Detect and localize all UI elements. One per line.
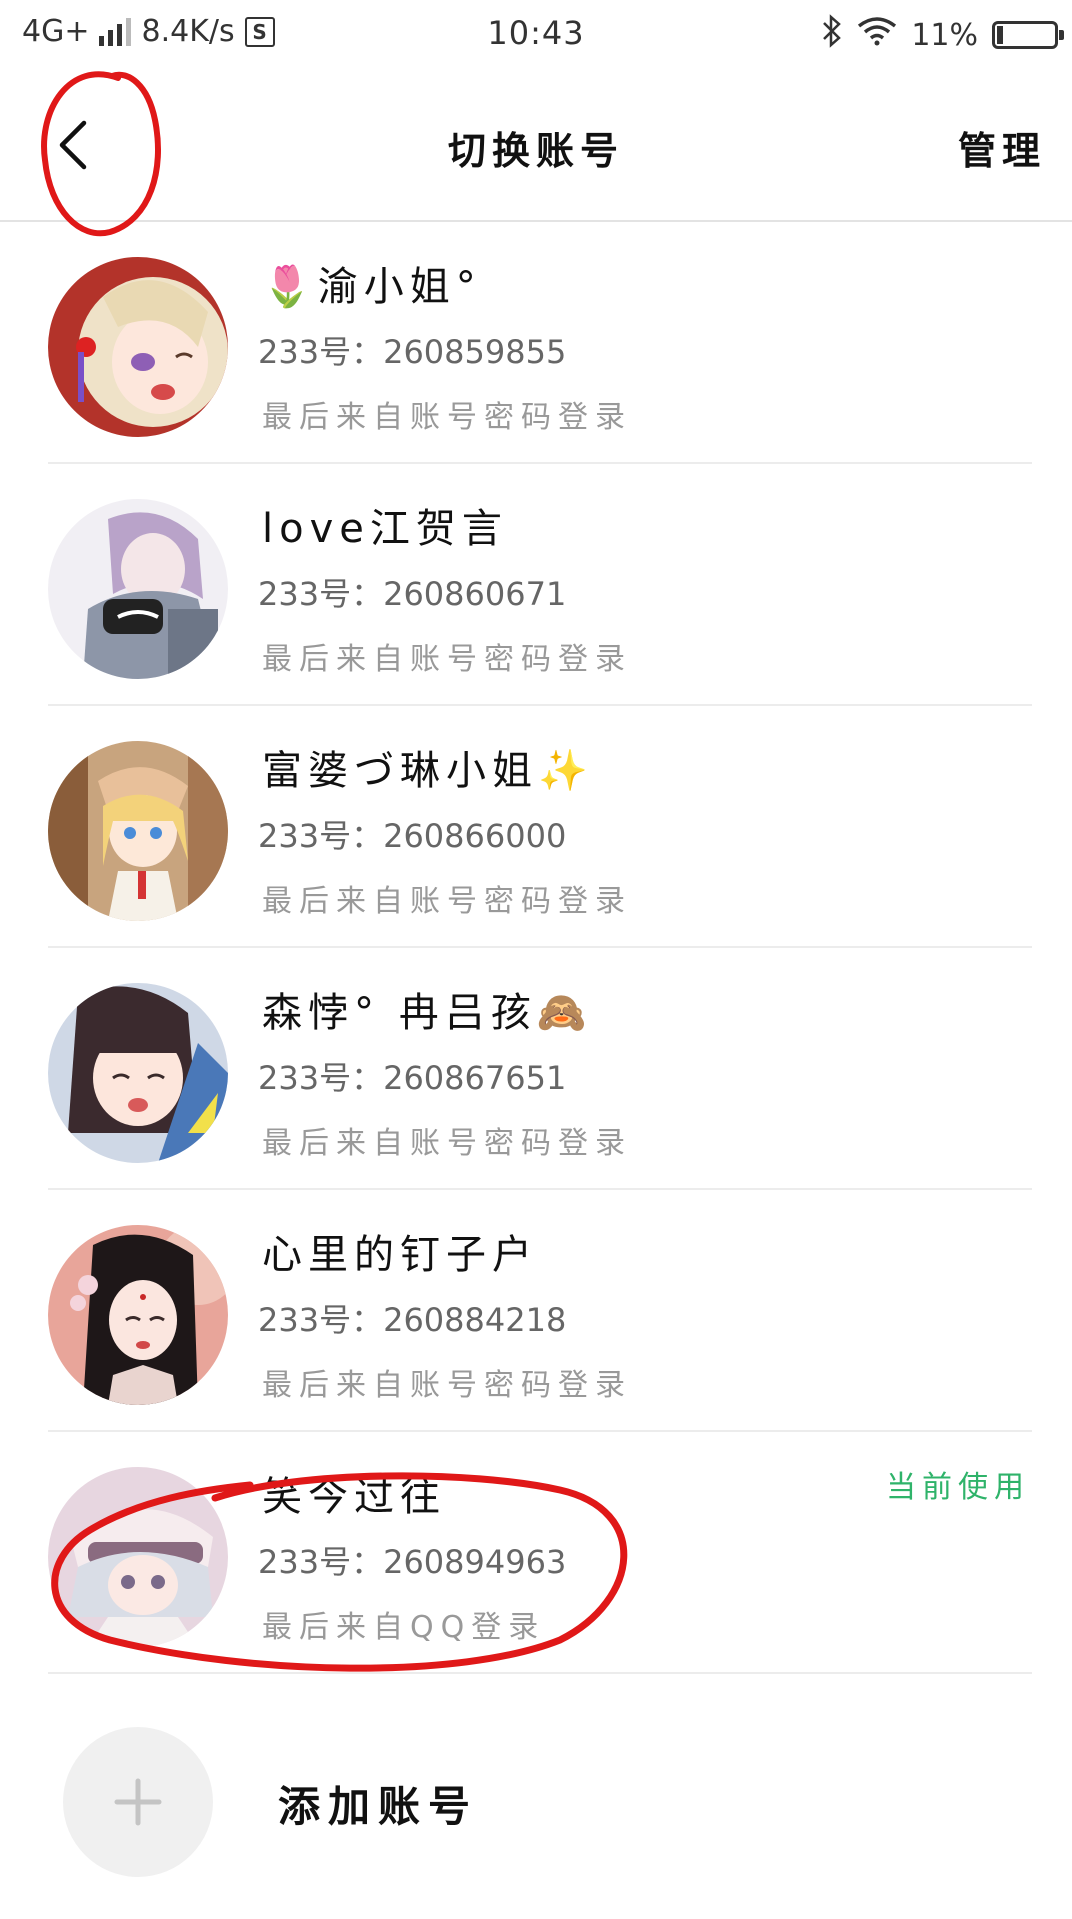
login-method: 最后来自账号密码登录: [262, 884, 632, 919]
status-right: 11%: [821, 14, 1064, 56]
avatar: [48, 983, 228, 1163]
account-row[interactable]: 森悖° 冉吕孩🙈 233号：260867651 最后来自账号密码登录: [0, 948, 1072, 1190]
account-row[interactable]: 心里的钉子户 233号：260884218 最后来自账号密码登录: [0, 1190, 1072, 1432]
account-row-current[interactable]: 笑今过往 233号：260894963 最后来自QQ登录 当前使用: [0, 1432, 1072, 1674]
account-id: 233号：260859855: [258, 333, 567, 371]
wifi-icon: [857, 16, 897, 54]
battery-icon: [992, 21, 1064, 49]
account-name: 笑今过往: [262, 1474, 446, 1520]
login-method: 最后来自账号密码登录: [262, 1126, 632, 1161]
account-name: 森悖° 冉吕孩🙈: [262, 990, 593, 1036]
battery-level: [997, 26, 1003, 44]
account-id: 233号：260866000: [258, 817, 567, 855]
account-name: 富婆づ琳小姐✨: [262, 748, 594, 794]
manage-button[interactable]: 管理: [958, 120, 1046, 175]
avatar: [48, 1467, 228, 1647]
account-row[interactable]: love江贺言 233号：260860671 最后来自账号密码登录: [0, 464, 1072, 706]
battery-percent: 11%: [911, 17, 978, 53]
login-method: 最后来自账号密码登录: [262, 400, 632, 435]
avatar: [48, 741, 228, 921]
status-bar: 4G+ 8.4K/s S 10:43 11%: [0, 0, 1072, 70]
avatar: [48, 1225, 228, 1405]
account-name: love江贺言: [262, 506, 508, 552]
login-method: 最后来自账号密码登录: [262, 1368, 632, 1403]
add-account-button[interactable]: [63, 1727, 213, 1877]
add-account-row[interactable]: 添加账号: [0, 1675, 1072, 1877]
add-account-label: 添加账号: [278, 1782, 479, 1831]
account-name: 心里的钉子户: [262, 1232, 538, 1278]
account-id: 233号：260884218: [258, 1301, 567, 1339]
account-id: 233号：260867651: [258, 1059, 567, 1097]
avatar: [48, 257, 228, 437]
account-row[interactable]: 富婆づ琳小姐✨ 233号：260866000 最后来自账号密码登录: [0, 706, 1072, 948]
divider: [48, 1672, 1032, 1674]
login-method: 最后来自QQ登录: [262, 1610, 546, 1645]
plus-icon: [114, 1778, 162, 1826]
top-app-bar: 切换账号 管理: [0, 70, 1072, 222]
account-row[interactable]: 🌷渝小姐° 233号：260859855 最后来自账号密码登录: [0, 222, 1072, 464]
login-method: 最后来自账号密码登录: [262, 642, 632, 677]
account-name: 🌷渝小姐°: [262, 264, 482, 310]
bluetooth-icon: [821, 14, 843, 56]
account-id: 233号：260894963: [258, 1543, 567, 1581]
account-list: 🌷渝小姐° 233号：260859855 最后来自账号密码登录 love江贺言 …: [0, 222, 1072, 1674]
avatar: [48, 499, 228, 679]
account-id: 233号：260860671: [258, 575, 567, 613]
current-badge: 当前使用: [886, 1470, 1030, 1505]
page-title: 切换账号: [447, 129, 624, 173]
